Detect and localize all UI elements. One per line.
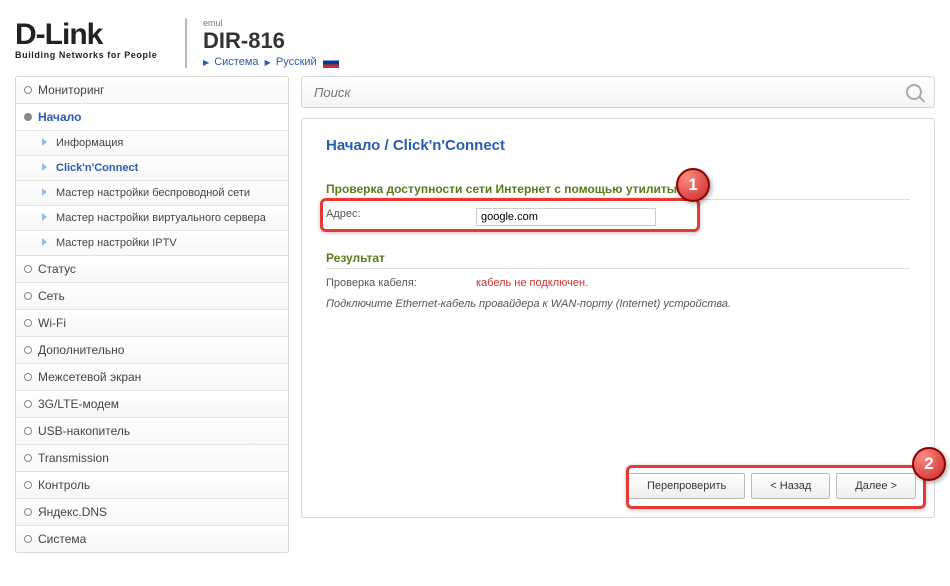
search-icon[interactable] (906, 84, 922, 100)
sidebar-item-start[interactable]: Начало (16, 104, 288, 131)
main-area: Начало / Click'n'Connect Проверка доступ… (301, 76, 935, 553)
address-input[interactable] (476, 208, 656, 226)
top-links: ▶ Система ▶ Русский (203, 56, 339, 68)
sidebar-item-monitoring[interactable]: Мониторинг (16, 77, 288, 104)
sidebar-item-system[interactable]: Система (16, 526, 288, 552)
sidebar-item-3g-lte[interactable]: 3G/LTE-модем (16, 391, 288, 418)
cable-check-label: Проверка кабеля: (326, 277, 476, 289)
sidebar-item-advanced[interactable]: Дополнительно (16, 337, 288, 364)
recheck-button[interactable]: Перепроверить (628, 473, 745, 499)
section-result-title: Результат (326, 251, 910, 269)
sidebar-item-firewall[interactable]: Межсетевой экран (16, 364, 288, 391)
sidebar-item-control[interactable]: Контроль (16, 472, 288, 499)
sidebar-item-yandex-dns[interactable]: Яндекс.DNS (16, 499, 288, 526)
search-input[interactable] (314, 85, 906, 100)
page-header: D-Link Building Networks for People emul… (15, 8, 935, 76)
breadcrumb: Начало / Click'n'Connect (326, 137, 910, 154)
sidebar: Мониторинг Начало Информация Click'n'Con… (15, 76, 289, 553)
cable-check-value: кабель не подключен. (476, 277, 588, 289)
sidebar-item-status[interactable]: Статус (16, 256, 288, 283)
link-system[interactable]: Система (214, 56, 258, 68)
model-superscript: emul (203, 18, 339, 28)
annotation-badge-2: 2 (912, 447, 946, 481)
flag-ru-icon (323, 57, 339, 68)
sidebar-item-vserver-wizard[interactable]: Мастер настройки виртуального сервера (16, 206, 288, 231)
chevron-right-icon: ▶ (265, 58, 271, 67)
brand-tagline: Building Networks for People (15, 50, 185, 60)
sidebar-item-wireless-wizard[interactable]: Мастер настройки беспроводной сети (16, 181, 288, 206)
brand-logo: D-Link Building Networks for People (15, 18, 185, 60)
sidebar-item-network[interactable]: Сеть (16, 283, 288, 310)
button-bar: Перепроверить < Назад Далее > (628, 473, 916, 499)
content-panel: Начало / Click'n'Connect Проверка доступ… (301, 118, 935, 518)
chevron-right-icon: ▶ (203, 58, 209, 67)
section-ping: Проверка доступности сети Интернет с пом… (326, 182, 910, 231)
sidebar-item-usb[interactable]: USB-накопитель (16, 418, 288, 445)
sidebar-item-transmission[interactable]: Transmission (16, 445, 288, 472)
result-hint: Подключите Ethernet-кабель провайдера к … (326, 298, 910, 310)
sidebar-item-iptv-wizard[interactable]: Мастер настройки IPTV (16, 231, 288, 256)
section-result: Результат Проверка кабеля: кабель не под… (326, 251, 910, 310)
sidebar-item-info[interactable]: Информация (16, 131, 288, 156)
address-row: Адрес: (326, 203, 910, 231)
next-button[interactable]: Далее > (836, 473, 916, 499)
brand-name: D-Link (15, 18, 185, 52)
address-label: Адрес: (326, 208, 476, 226)
model-name: DIR-816 (203, 28, 339, 54)
search-bar (301, 76, 935, 108)
sidebar-item-wifi[interactable]: Wi-Fi (16, 310, 288, 337)
sidebar-item-clicknconnect[interactable]: Click'n'Connect (16, 156, 288, 181)
link-language[interactable]: Русский (276, 56, 317, 68)
model-block: emul DIR-816 ▶ Система ▶ Русский (185, 18, 339, 68)
section-ping-title: Проверка доступности сети Интернет с пом… (326, 182, 910, 200)
cable-check-row: Проверка кабеля: кабель не подключен. (326, 272, 910, 294)
back-button[interactable]: < Назад (751, 473, 830, 499)
